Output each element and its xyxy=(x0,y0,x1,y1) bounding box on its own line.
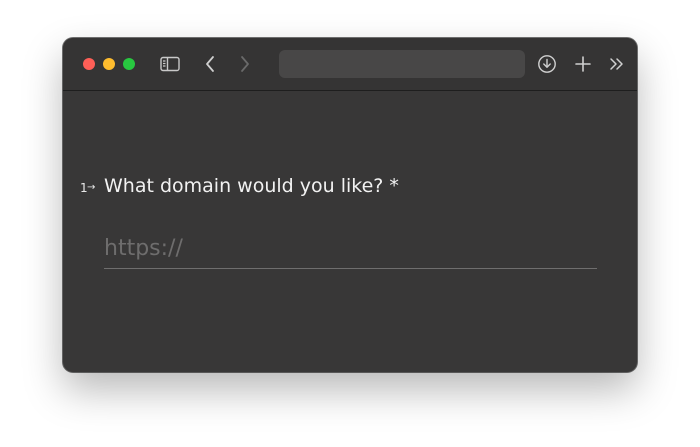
double-chevron-right-icon[interactable] xyxy=(604,51,630,77)
address-bar[interactable] xyxy=(279,50,525,78)
browser-toolbar xyxy=(63,38,637,91)
sidebar-icon[interactable] xyxy=(157,51,183,77)
close-window-button[interactable] xyxy=(83,58,95,70)
download-icon[interactable] xyxy=(534,51,560,77)
question-label: What domain would you like? * xyxy=(104,175,399,197)
domain-url-input[interactable] xyxy=(104,229,597,269)
chevron-right-icon[interactable] xyxy=(232,51,258,77)
arrow-right-icon: → xyxy=(87,182,96,193)
browser-window: 1 → What domain would you like? * xyxy=(63,38,637,372)
zoom-window-button[interactable] xyxy=(123,58,135,70)
chevron-left-icon[interactable] xyxy=(197,51,223,77)
plus-icon[interactable] xyxy=(570,51,596,77)
desktop-background: 1 → What domain would you like? * xyxy=(0,0,700,447)
minimize-window-button[interactable] xyxy=(103,58,115,70)
form-content: 1 → What domain would you like? * xyxy=(63,91,637,372)
